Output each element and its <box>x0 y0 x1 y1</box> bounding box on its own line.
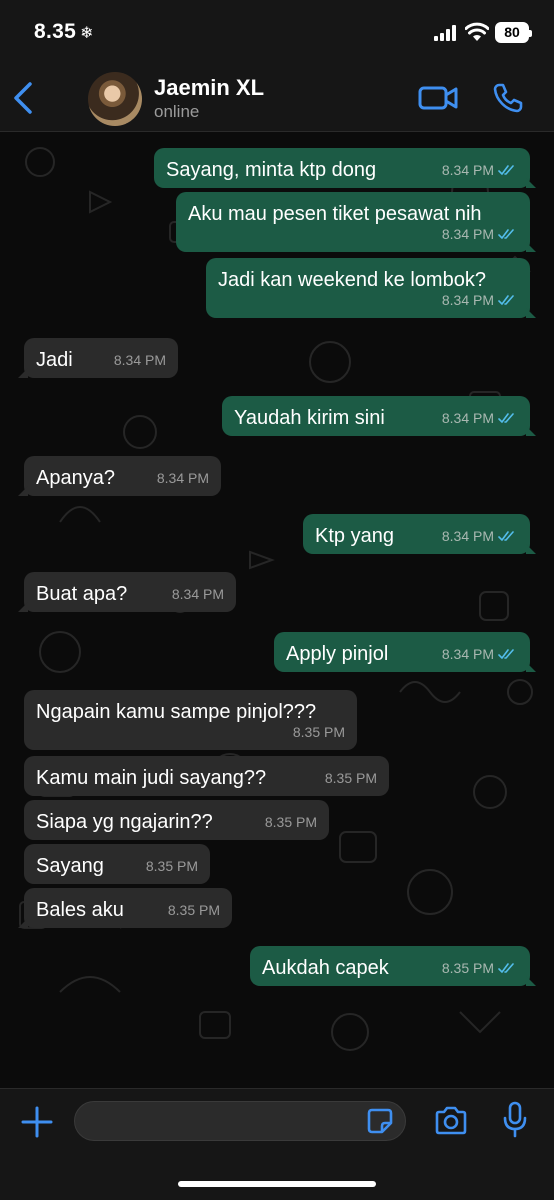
microphone-icon[interactable] <box>502 1101 528 1139</box>
message-meta: 8.34 PM <box>172 582 224 606</box>
message-meta: 8.35 PM <box>325 766 377 790</box>
message-meta: 8.34 PM <box>442 158 518 182</box>
chat-header: Jaemin XL online <box>0 66 554 132</box>
message-input-bar <box>0 1088 554 1200</box>
message-meta: 8.35 PM <box>293 720 345 744</box>
message-meta: 8.35 PM <box>442 956 518 980</box>
contact-name[interactable]: Jaemin XL <box>154 75 264 101</box>
message-timestamp: 8.35 PM <box>324 770 377 786</box>
status-time-text: 8.35 <box>34 20 77 43</box>
incoming-message-bubble[interactable]: Sayang 8.35 PM <box>24 844 210 884</box>
outgoing-message-bubble[interactable]: Yaudah kirim sini 8.34 PM <box>222 396 536 436</box>
message-timestamp: 8.34 PM <box>156 470 209 486</box>
message-meta: 8.35 PM <box>168 898 220 922</box>
message-timestamp: 8.34 PM <box>441 528 494 544</box>
incoming-message-bubble[interactable]: Apanya? 8.34 PM <box>18 456 221 496</box>
message-timestamp: 8.34 PM <box>441 226 494 242</box>
contact-avatar[interactable] <box>88 72 142 126</box>
outgoing-message-bubble[interactable]: Apply pinjol 8.34 PM <box>274 632 536 672</box>
home-indicator <box>178 1181 376 1187</box>
double-check-icon <box>498 229 514 239</box>
double-check-icon <box>498 295 514 305</box>
incoming-message-bubble[interactable]: Bales aku 8.35 PM <box>18 888 232 928</box>
wifi-icon <box>465 22 489 41</box>
message-timestamp: 8.35 PM <box>441 960 494 976</box>
incoming-message-bubble[interactable]: Siapa yg ngajarin?? 8.35 PM <box>24 800 329 840</box>
message-timestamp: 8.35 PM <box>167 902 220 918</box>
status-time: 8.35 ❄ <box>34 20 94 44</box>
message-timestamp: 8.34 PM <box>441 292 494 308</box>
message-timestamp: 8.34 PM <box>441 410 494 426</box>
message-timestamp: 8.34 PM <box>171 586 224 602</box>
message-field[interactable] <box>74 1101 406 1141</box>
double-check-icon <box>498 649 514 659</box>
plus-icon[interactable] <box>20 1105 54 1139</box>
message-input[interactable] <box>75 1102 355 1140</box>
outgoing-message-bubble[interactable]: Sayang, minta ktp dong 8.34 PM <box>154 148 536 188</box>
message-timestamp: 8.34 PM <box>441 162 494 178</box>
message-timestamp: 8.35 PM <box>292 724 345 740</box>
incoming-message-bubble[interactable]: Jadi 8.34 PM <box>18 338 178 378</box>
message-timestamp: 8.35 PM <box>264 814 317 830</box>
outgoing-message-bubble[interactable]: Aukdah capek 8.35 PM <box>250 946 536 986</box>
video-call-icon[interactable] <box>418 84 458 112</box>
message-timestamp: 8.34 PM <box>113 352 166 368</box>
snowflake-icon: ❄ <box>80 25 94 42</box>
double-check-icon <box>498 165 514 175</box>
outgoing-message-bubble[interactable]: Ktp yang 8.34 PM <box>303 514 536 554</box>
double-check-icon <box>498 531 514 541</box>
double-check-icon <box>498 963 514 973</box>
message-meta: 8.34 PM <box>442 524 518 548</box>
incoming-message-bubble[interactable]: Ngapain kamu sampe pinjol??? 8.35 PM <box>24 690 357 750</box>
contact-status: online <box>154 102 200 121</box>
camera-icon[interactable] <box>433 1105 469 1137</box>
incoming-message-bubble[interactable]: Buat apa? 8.34 PM <box>18 572 236 612</box>
incoming-message-bubble[interactable]: Kamu main judi sayang?? 8.35 PM <box>24 756 389 796</box>
phone-call-icon[interactable] <box>492 82 524 114</box>
chat-area[interactable]: Sayang, minta ktp dong 8.34 PM Aku mau pes… <box>0 132 554 1088</box>
outgoing-message-bubble[interactable]: Aku mau pesen tiket pesawat nih 8.34 PM <box>176 192 536 252</box>
back-chevron-icon[interactable] <box>10 80 36 116</box>
cellular-signal-icon <box>434 25 456 41</box>
message-timestamp: 8.34 PM <box>441 646 494 662</box>
message-meta: 8.35 PM <box>265 810 317 834</box>
message-meta: 8.34 PM <box>442 288 518 312</box>
battery-indicator: 80 <box>495 22 532 43</box>
message-meta: 8.34 PM <box>114 348 166 372</box>
message-meta: 8.34 PM <box>157 466 209 490</box>
status-bar: 8.35 ❄ 80 <box>0 0 554 66</box>
message-meta: 8.34 PM <box>442 406 518 430</box>
message-meta: 8.34 PM <box>442 222 518 246</box>
message-meta: 8.34 PM <box>442 642 518 666</box>
outgoing-message-bubble[interactable]: Jadi kan weekend ke lombok? 8.34 PM <box>206 258 536 318</box>
double-check-icon <box>498 413 514 423</box>
sticker-icon[interactable] <box>366 1107 394 1135</box>
message-meta: 8.35 PM <box>146 854 198 878</box>
message-timestamp: 8.35 PM <box>145 858 198 874</box>
